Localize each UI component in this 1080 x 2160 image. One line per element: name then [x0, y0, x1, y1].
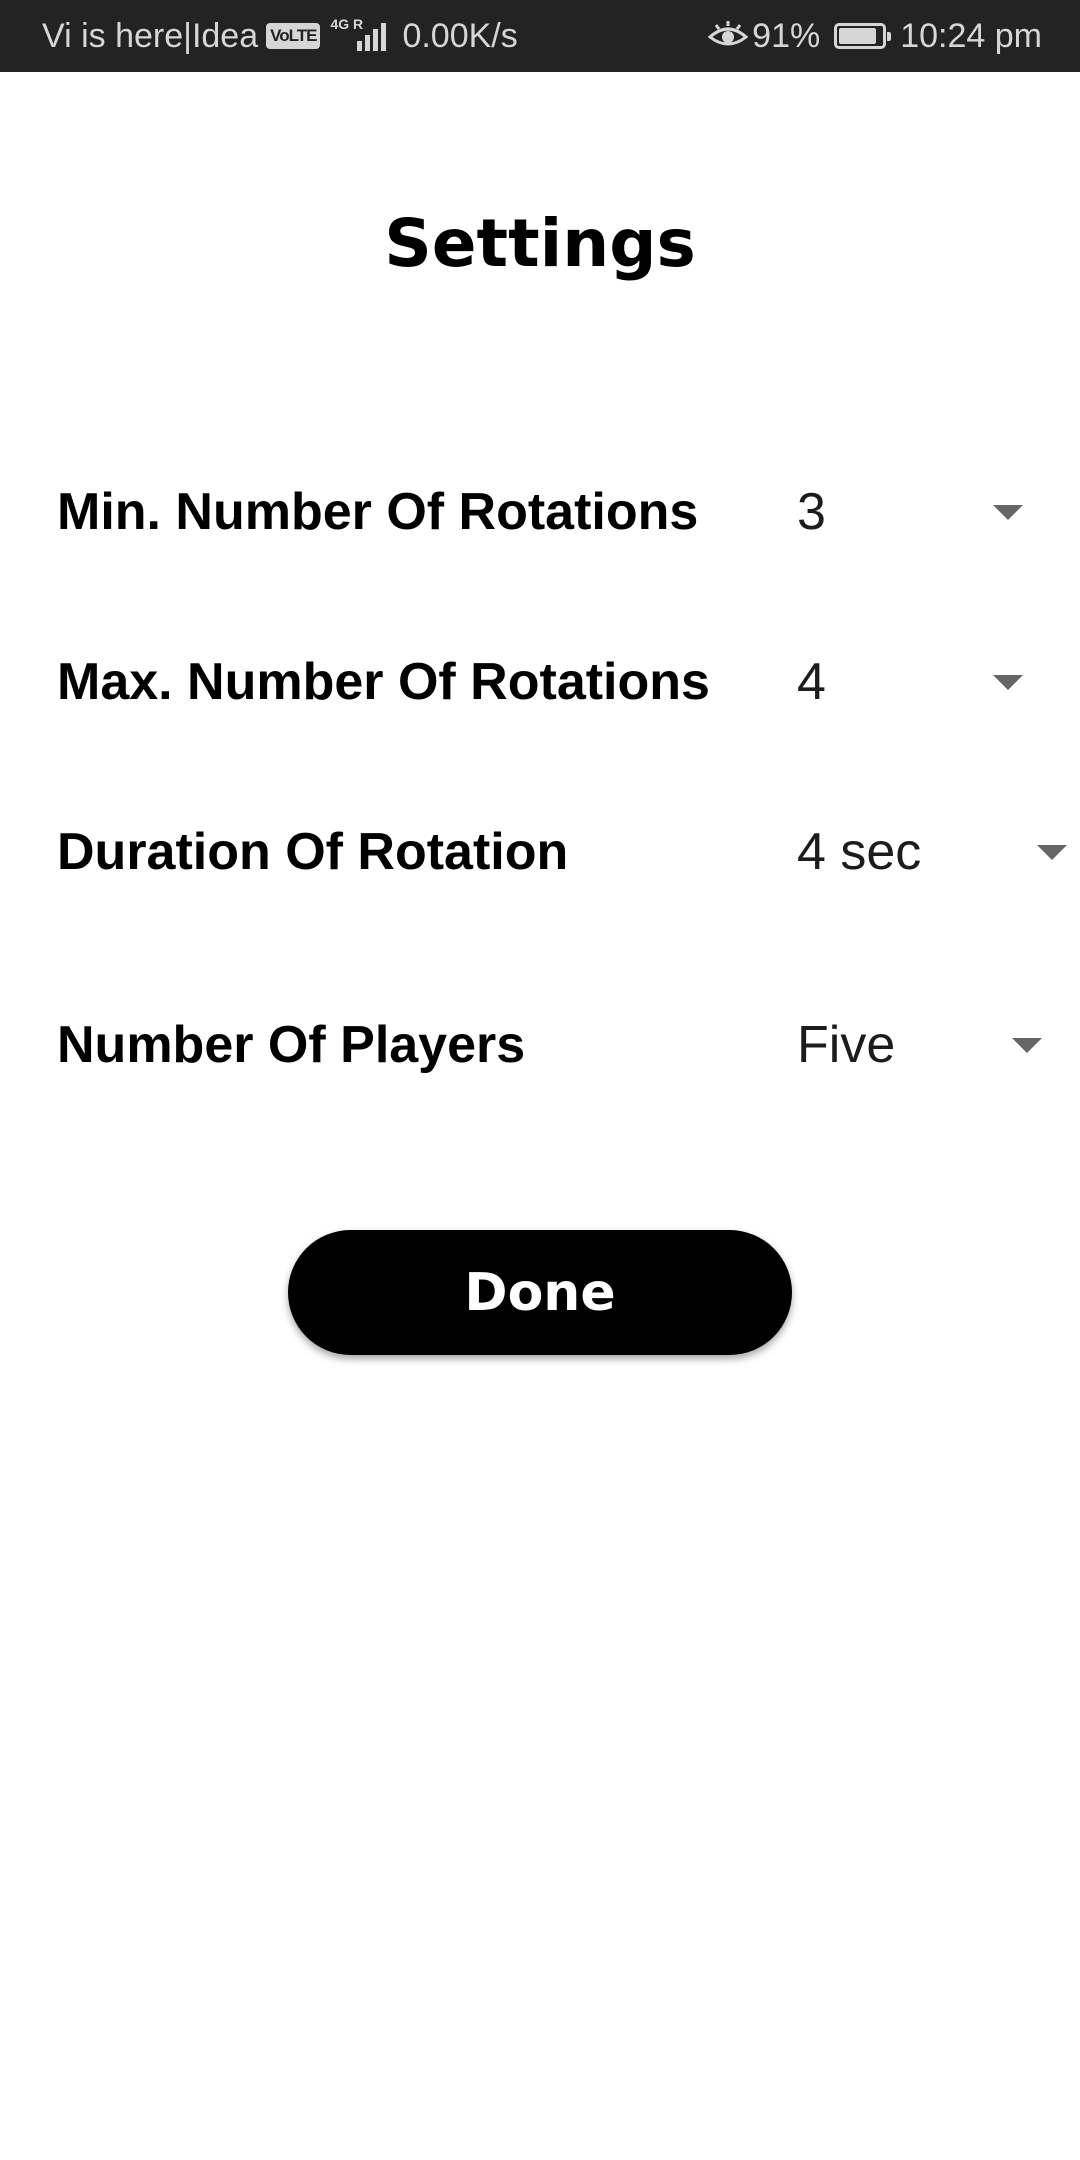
chevron-down-icon	[993, 505, 1023, 520]
players-value: Five	[797, 1016, 896, 1074]
clock: 10:24 pm	[900, 16, 1042, 55]
duration-dropdown[interactable]: 4 sec	[797, 807, 1080, 897]
done-button[interactable]: Done	[288, 1230, 792, 1355]
setting-row-max-rotations: Max. Number Of Rotations 4	[57, 637, 1080, 727]
eye-comfort-icon	[708, 21, 749, 46]
setting-row-min-rotations: Min. Number Of Rotations 3	[57, 467, 1080, 557]
setting-row-players: Number Of Players Five	[57, 1000, 1080, 1090]
volte-badge: VoLTE	[266, 23, 321, 49]
carrier-name: Vi is here|Idea	[42, 16, 259, 55]
duration-value: 4 sec	[797, 823, 922, 881]
setting-row-duration: Duration Of Rotation 4 sec	[57, 807, 1080, 897]
chevron-down-icon	[1037, 845, 1067, 860]
max-rotations-label: Max. Number Of Rotations	[57, 653, 710, 711]
battery-percent: 91%	[752, 16, 821, 55]
page-title: Settings	[384, 205, 696, 282]
players-label: Number Of Players	[57, 1016, 526, 1074]
max-rotations-value: 4	[797, 653, 826, 711]
signal-bars	[357, 23, 387, 51]
settings-screen: Vi is here|Idea VoLTE 4G R 0.00K/s 91% 1…	[0, 0, 1080, 2160]
max-rotations-dropdown[interactable]: 4	[797, 637, 1027, 727]
min-rotations-value: 3	[797, 483, 826, 541]
status-bar: Vi is here|Idea VoLTE 4G R 0.00K/s 91% 1…	[0, 0, 1080, 72]
network-speed: 0.00K/s	[402, 16, 518, 55]
players-dropdown[interactable]: Five	[797, 1000, 1057, 1090]
min-rotations-label: Min. Number Of Rotations	[57, 483, 699, 541]
status-bar-right: 91% 10:24 pm	[708, 0, 1042, 72]
battery-icon	[834, 23, 892, 49]
signal-icon: 4G R	[330, 17, 387, 53]
battery-fill	[839, 28, 877, 44]
status-bar-left: Vi is here|Idea VoLTE 4G R 0.00K/s	[42, 0, 518, 72]
duration-label: Duration Of Rotation	[57, 823, 569, 881]
min-rotations-dropdown[interactable]: 3	[797, 467, 1027, 557]
chevron-down-icon	[993, 675, 1023, 690]
chevron-down-icon	[1012, 1038, 1042, 1053]
